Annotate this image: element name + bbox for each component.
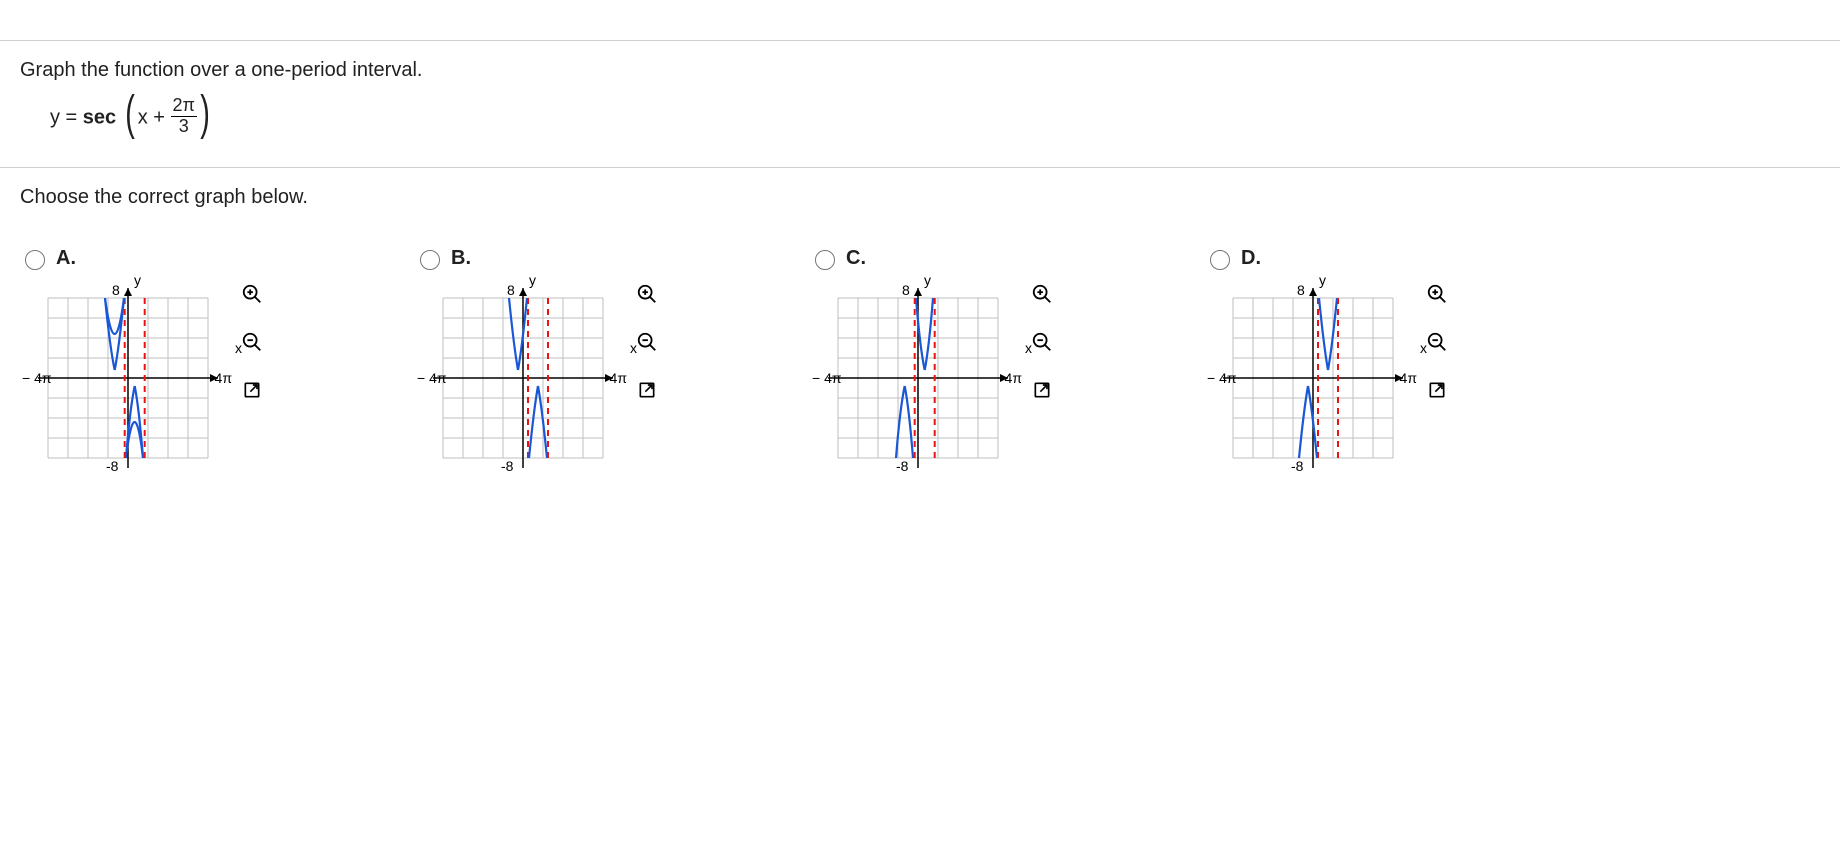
axis-neg-x: − 4π [812, 370, 842, 386]
frac-num: 2π [171, 96, 197, 117]
choose-label: Choose the correct graph below. [20, 186, 1820, 209]
axis-pos-x: 4π [1400, 370, 1417, 386]
axis-x-label: x [1420, 340, 1427, 356]
zoom-in-icon[interactable] [1423, 280, 1451, 308]
question-prompt: Graph the function over a one-period int… [20, 59, 1820, 82]
axis-8-top: 8 [507, 282, 515, 298]
axis-neg-x: − 4π [417, 370, 447, 386]
zoom-in-icon[interactable] [238, 280, 266, 308]
axis-pos-x: 4π [610, 370, 627, 386]
zoom-in-icon[interactable] [633, 280, 661, 308]
axis-8-bot: -8 [896, 458, 908, 474]
axis-8-top: 8 [1297, 282, 1305, 298]
axis-x-label: x [235, 340, 242, 356]
option-d-radio-label[interactable]: D. [1205, 247, 1451, 270]
axis-x-label: x [1025, 340, 1032, 356]
zoom-out-icon[interactable] [1423, 328, 1451, 356]
axis-8-top: 8 [902, 282, 910, 298]
axis-pos-x: 4π [215, 370, 232, 386]
option-d-radio[interactable] [1210, 250, 1230, 270]
eq-func: sec [83, 107, 116, 129]
zoom-out-icon[interactable] [1028, 328, 1056, 356]
function-equation: y = sec (x + 2π3) [20, 98, 1820, 149]
option-a-letter: A. [56, 247, 76, 270]
popout-icon[interactable] [1423, 376, 1451, 404]
option-b-graph: − 4π 4π y x 8 -8 [423, 278, 623, 478]
axis-y-label: y [1319, 272, 1326, 288]
zoom-in-icon[interactable] [1028, 280, 1056, 308]
axis-8-top: 8 [112, 282, 120, 298]
option-b-letter: B. [451, 247, 471, 270]
option-c: C. [810, 247, 1205, 478]
option-c-graph: − 4π 4π y x 8 -8 [818, 278, 1018, 478]
option-d-letter: D. [1241, 247, 1261, 270]
option-a-graph: − 4π 4π y x 8 -8 [28, 278, 228, 478]
option-a-radio-label[interactable]: A. [20, 247, 266, 270]
eq-inside-pre: x + [138, 107, 171, 129]
zoom-out-icon[interactable] [633, 328, 661, 356]
option-b-radio-label[interactable]: B. [415, 247, 661, 270]
axis-pos-x: 4π [1005, 370, 1022, 386]
axis-8-bot: -8 [501, 458, 513, 474]
axis-x-label: x [630, 340, 637, 356]
axis-y-label: y [529, 272, 536, 288]
axis-8-bot: -8 [106, 458, 118, 474]
option-c-radio-label[interactable]: C. [810, 247, 1056, 270]
frac-den: 3 [177, 117, 191, 137]
axis-8-bot: -8 [1291, 458, 1303, 474]
option-c-radio[interactable] [815, 250, 835, 270]
axis-y-label: y [134, 272, 141, 288]
eq-fraction: 2π3 [171, 96, 197, 137]
option-d-graph: − 4π 4π y x 8 -8 [1213, 278, 1413, 478]
option-b: B. [415, 247, 810, 478]
option-d: D. [1205, 247, 1600, 478]
option-a-radio[interactable] [25, 250, 45, 270]
popout-icon[interactable] [1028, 376, 1056, 404]
popout-icon[interactable] [633, 376, 661, 404]
option-b-radio[interactable] [420, 250, 440, 270]
options-row: A. [0, 227, 1840, 478]
option-a: A. [20, 247, 415, 478]
popout-icon[interactable] [238, 376, 266, 404]
zoom-out-icon[interactable] [238, 328, 266, 356]
axis-neg-x: − 4π [1207, 370, 1237, 386]
option-c-letter: C. [846, 247, 866, 270]
axis-y-label: y [924, 272, 931, 288]
axis-neg-x: − 4π [22, 370, 52, 386]
eq-lhs: y = [50, 107, 83, 129]
